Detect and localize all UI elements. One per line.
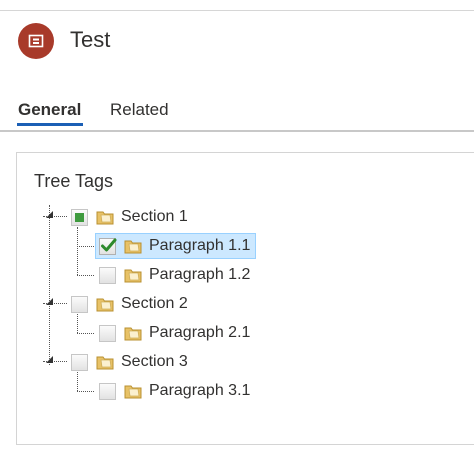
tree-node-label: Section 2 (121, 295, 188, 312)
tree-node-label: Paragraph 2.1 (149, 324, 251, 341)
tree-node-paragraph-1-1[interactable]: Paragraph 1.1 (95, 233, 257, 259)
collapse-arrow-icon[interactable] (46, 356, 53, 363)
tree-node-paragraph-2-1[interactable]: Paragraph 2.1 (99, 322, 250, 344)
tree-checkbox[interactable] (71, 208, 88, 226)
checkmark-icon (101, 238, 117, 251)
tree-node-label: Section 3 (121, 353, 188, 370)
tree-checkbox[interactable] (99, 382, 116, 400)
tree-connector (77, 391, 94, 392)
tree-node-label: Paragraph 3.1 (149, 382, 251, 399)
tree-node-section-1[interactable]: Section 1 (71, 206, 188, 228)
tree-node-paragraph-3-1[interactable]: Paragraph 3.1 (99, 380, 250, 402)
tab-related[interactable]: Related (110, 100, 169, 120)
tree-checkbox[interactable] (71, 353, 88, 371)
tree-branch-line (77, 314, 78, 333)
top-divider (0, 10, 474, 11)
tree-node-label: Section 1 (121, 208, 188, 225)
tree-node-section-2[interactable]: Section 2 (71, 293, 188, 315)
folder-icon (124, 240, 142, 254)
tree-branch-line (77, 372, 78, 391)
folder-icon (96, 211, 114, 225)
folder-icon (96, 356, 114, 370)
tree-connector (77, 333, 94, 334)
tree-branch-line (77, 227, 78, 275)
tree-node-section-3[interactable]: Section 3 (71, 351, 188, 373)
active-tab-indicator (17, 123, 83, 126)
tree-checkbox[interactable] (99, 324, 116, 342)
folder-icon (96, 298, 114, 312)
tab-general[interactable]: General (18, 100, 81, 120)
folder-icon (124, 385, 142, 399)
collapse-arrow-icon[interactable] (46, 211, 53, 218)
record-icon (18, 23, 54, 59)
tabs-divider (0, 130, 474, 132)
folder-icon (124, 269, 142, 283)
tree-checkbox[interactable] (99, 266, 116, 284)
tree-connector (77, 246, 94, 247)
tree-checkbox[interactable] (99, 237, 117, 255)
tree-node-label: Paragraph 1.2 (149, 266, 251, 283)
record-title: Test (70, 27, 111, 52)
tab-bar: General Related (0, 96, 474, 130)
tree-checkbox[interactable] (71, 295, 88, 313)
tree-node-label: Paragraph 1.1 (149, 237, 251, 254)
tree-root-line (49, 205, 50, 365)
collapse-arrow-icon[interactable] (46, 298, 53, 305)
tree-node-paragraph-1-2[interactable]: Paragraph 1.2 (99, 264, 250, 286)
folder-icon (124, 327, 142, 341)
tree-connector (77, 275, 94, 276)
tree-view: Section 1 Paragraph 1.1 Paragraph 1.2 Se… (17, 153, 474, 444)
tree-tags-section: Tree Tags Section 1 Paragraph 1.1 Paragr… (16, 152, 474, 445)
entity-glyph-icon (28, 34, 44, 48)
